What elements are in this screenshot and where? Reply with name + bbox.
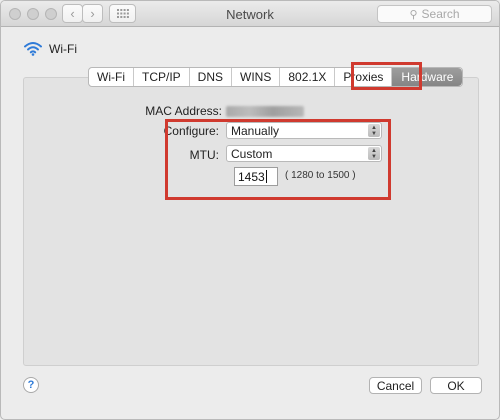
- text-cursor: [265, 170, 267, 183]
- tab-dns[interactable]: DNS: [189, 68, 232, 86]
- tab-proxies[interactable]: Proxies: [335, 68, 393, 86]
- configure-value: Manually: [231, 123, 280, 138]
- mtu-value: Custom: [231, 146, 273, 161]
- mac-address-label: MAC Address:: [145, 104, 222, 118]
- mac-address-value-redacted: [226, 106, 304, 117]
- mtu-select[interactable]: Custom ▲ ▼: [226, 145, 382, 162]
- mtu-input-value: 1453: [238, 169, 265, 184]
- interface-name: Wi-Fi: [49, 41, 77, 56]
- updown-chevron-icon: ▲ ▼: [368, 124, 380, 137]
- configure-select[interactable]: Manually ▲ ▼: [226, 122, 382, 139]
- help-button[interactable]: ?: [23, 377, 39, 393]
- tab-wins[interactable]: WINS: [232, 68, 281, 86]
- wifi-icon: [24, 42, 42, 56]
- mtu-range-hint: ( 1280 to 1500 ): [285, 170, 356, 181]
- ok-button[interactable]: OK: [430, 377, 482, 394]
- configure-label: Configure:: [163, 124, 219, 138]
- mac-address-row: MAC Address:: [1, 104, 499, 120]
- tab-802-1x[interactable]: 802.1X: [280, 68, 336, 86]
- interface-header: Wi-Fi: [23, 41, 77, 56]
- tab-wifi[interactable]: Wi-Fi: [89, 68, 134, 86]
- tab-hardware[interactable]: Hardware: [392, 68, 463, 86]
- settings-panel: [23, 77, 479, 366]
- search-placeholder: Search: [421, 7, 460, 21]
- search-field[interactable]: ⚲ Search: [377, 5, 492, 23]
- magnifier-icon: ⚲: [409, 8, 418, 21]
- network-preferences-window: ‹ › Network ⚲ Search Wi-Fi Wi-Fi TCP/IP …: [0, 0, 500, 420]
- mtu-label: MTU:: [189, 148, 219, 162]
- settings-tabs: Wi-Fi TCP/IP DNS WINS 802.1X Proxies Har…: [88, 67, 464, 87]
- title-bar: ‹ › Network ⚲ Search: [1, 1, 499, 27]
- cancel-button[interactable]: Cancel: [369, 377, 422, 394]
- mtu-custom-input[interactable]: 1453: [234, 167, 278, 186]
- updown-chevron-icon: ▲ ▼: [368, 147, 380, 160]
- tab-tcp-ip[interactable]: TCP/IP: [133, 68, 190, 86]
